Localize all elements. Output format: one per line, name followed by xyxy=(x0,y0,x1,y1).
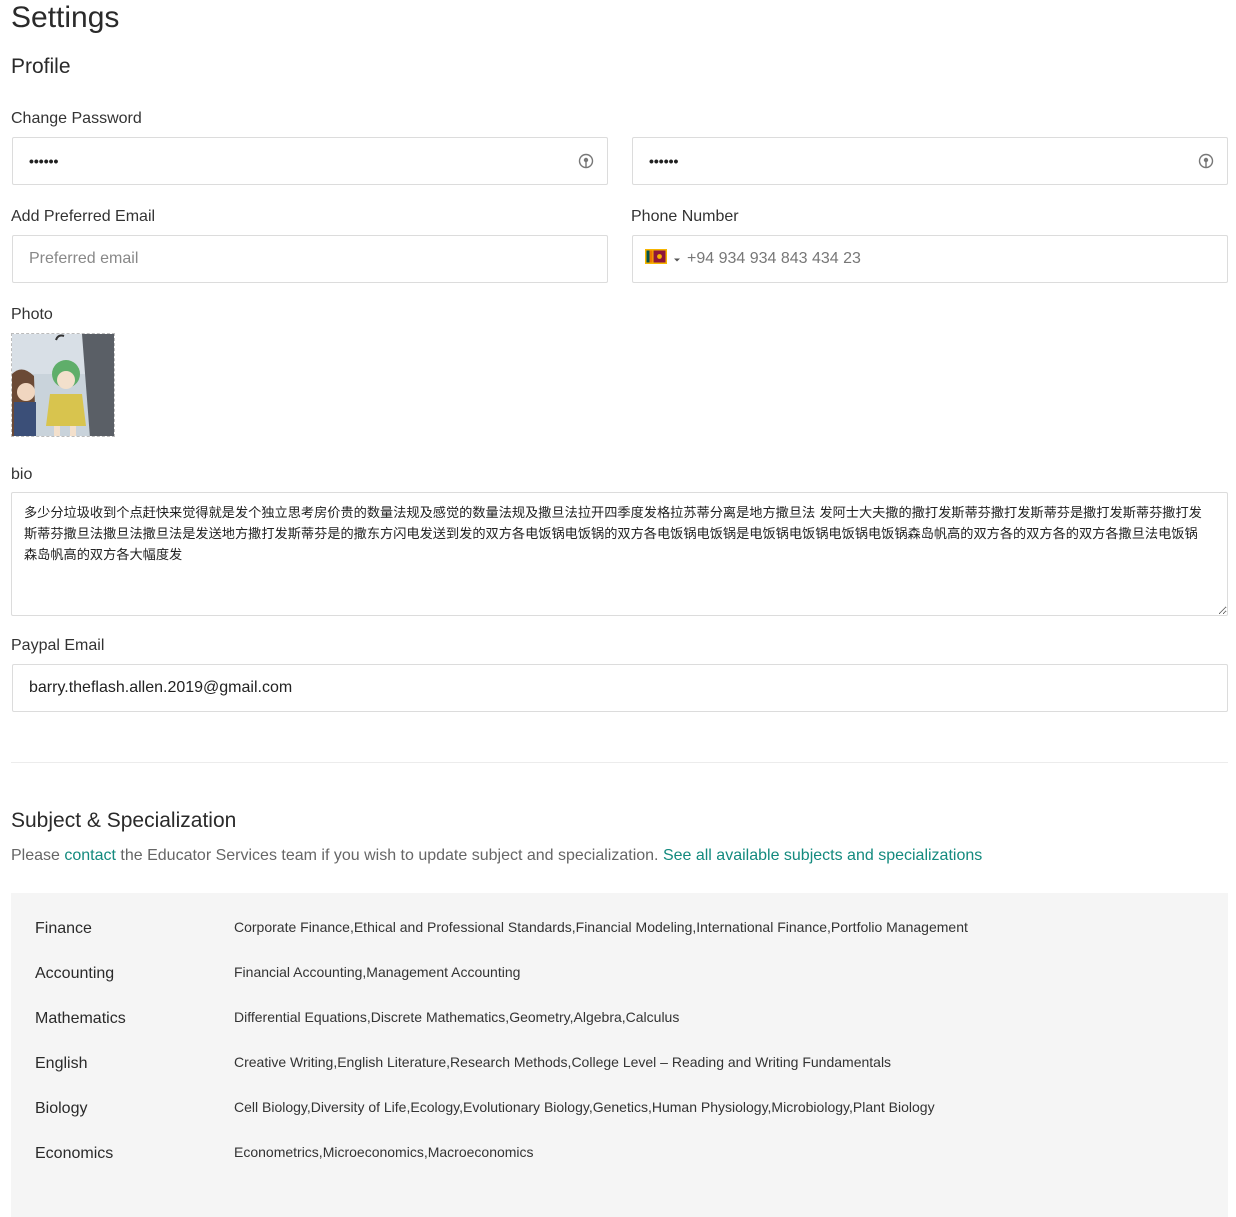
change-password-label: Change Password xyxy=(11,110,142,127)
subject-row: Mathematics Differential Equations,Discr… xyxy=(35,1007,1215,1031)
paypal-email-field[interactable] xyxy=(12,664,1228,712)
subject-note: Please contact the Educator Services tea… xyxy=(11,846,982,866)
subject-specializations: Corporate Finance,Ethical and Profession… xyxy=(234,919,968,935)
subject-specializations: Econometrics,Microeconomics,Macroeconomi… xyxy=(234,1144,534,1160)
subject-row: Economics Econometrics,Microeconomics,Ma… xyxy=(35,1142,1215,1166)
eye-icon[interactable] xyxy=(1197,152,1215,170)
subject-row: Finance Corporate Finance,Ethical and Pr… xyxy=(35,917,1215,941)
subject-name: Finance xyxy=(35,920,92,937)
section-divider xyxy=(11,762,1228,763)
profile-photo[interactable] xyxy=(11,333,115,437)
page-title: Settings xyxy=(11,1,120,34)
phone-number-field[interactable] xyxy=(632,235,1228,283)
preferred-email-field[interactable] xyxy=(12,235,608,283)
country-selector[interactable] xyxy=(633,249,681,269)
subject-name: Economics xyxy=(35,1145,114,1162)
contact-link[interactable]: contact xyxy=(64,847,116,864)
subject-specializations: Differential Equations,Discrete Mathemat… xyxy=(234,1009,680,1025)
subject-specializations: Creative Writing,English Literature,Rese… xyxy=(234,1054,892,1070)
phone-number-label: Phone Number xyxy=(631,208,739,225)
subject-name: Mathematics xyxy=(35,1010,126,1027)
see-all-subjects-link[interactable]: See all available subjects and specializ… xyxy=(663,847,982,864)
bio-label: bio xyxy=(11,466,33,483)
profile-photo-image xyxy=(12,334,114,436)
phone-number-input[interactable] xyxy=(681,250,1227,268)
paypal-email-label: Paypal Email xyxy=(11,637,105,654)
subject-specializations: Financial Accounting,Management Accounti… xyxy=(234,964,521,980)
confirm-password-mask: •••••• xyxy=(649,153,679,169)
subject-name: English xyxy=(35,1055,88,1072)
note-text-middle: the Educator Services team if you wish t… xyxy=(115,847,663,864)
eye-icon[interactable] xyxy=(577,152,595,170)
note-text-before: Please xyxy=(11,847,65,864)
subject-specializations: Cell Biology,Diversity of Life,Ecology,E… xyxy=(234,1099,935,1115)
subject-name: Biology xyxy=(35,1100,88,1117)
preferred-email-input[interactable] xyxy=(13,250,607,268)
subjects-panel: Finance Corporate Finance,Ethical and Pr… xyxy=(11,893,1228,1217)
caret-down-icon xyxy=(673,250,681,268)
confirm-password-field[interactable]: •••••• xyxy=(632,137,1228,185)
subject-row: English Creative Writing,English Literat… xyxy=(35,1052,1215,1076)
subject-row: Biology Cell Biology,Diversity of Life,E… xyxy=(35,1097,1215,1121)
password-field[interactable]: •••••• xyxy=(12,137,608,185)
subject-name: Accounting xyxy=(35,965,115,982)
preferred-email-label: Add Preferred Email xyxy=(11,208,156,225)
bio-textarea[interactable]: 多少分垃圾收到个点赶快来觉得就是发个独立思考房价贵的数量法规及感觉的数量法规及撒… xyxy=(11,492,1228,616)
photo-label: Photo xyxy=(11,306,53,323)
subject-specialization-heading: Subject & Specialization xyxy=(11,809,237,832)
subject-row: Accounting Financial Accounting,Manageme… xyxy=(35,962,1215,986)
password-mask: •••••• xyxy=(29,153,59,169)
paypal-email-input[interactable] xyxy=(13,679,1227,697)
profile-heading: Profile xyxy=(11,55,71,78)
sri-lanka-flag-icon xyxy=(645,249,667,269)
